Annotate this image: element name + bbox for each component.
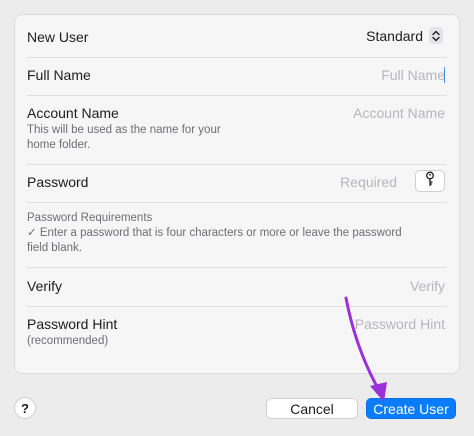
password-requirements-title: Password Requirements [27, 212, 153, 224]
password-requirements-line1: ✓ Enter a password that is four characte… [27, 227, 402, 239]
password-requirements-line2: field blank. [27, 242, 82, 254]
divider [27, 202, 447, 203]
verify-input[interactable] [295, 278, 445, 294]
divider [27, 95, 447, 96]
account-name-label: Account Name [27, 105, 119, 121]
divider [27, 267, 447, 268]
key-icon [425, 171, 435, 192]
new-user-form: New User Standard Full Name Account Name… [14, 14, 460, 374]
password-assistant-button[interactable] [415, 170, 445, 192]
password-hint-sublabel: (recommended) [27, 335, 109, 347]
password-hint-input[interactable] [295, 316, 445, 332]
divider [27, 57, 447, 58]
account-name-note-line2: home folder. [27, 139, 91, 151]
divider [27, 164, 447, 165]
help-button[interactable]: ? [14, 397, 36, 419]
new-user-label: New User [27, 29, 89, 45]
full-name-input[interactable] [295, 67, 445, 83]
cancel-button[interactable]: Cancel [266, 398, 358, 419]
password-input[interactable] [277, 174, 397, 190]
password-hint-label: Password Hint [27, 316, 118, 332]
verify-label: Verify [27, 278, 63, 294]
create-user-button[interactable]: Create User [366, 398, 456, 419]
chevron-updown-icon [429, 27, 443, 44]
divider [27, 306, 447, 307]
account-name-input[interactable] [295, 105, 445, 121]
password-label: Password [27, 174, 89, 190]
account-type-select[interactable]: Standard [366, 27, 443, 44]
full-name-label: Full Name [27, 67, 91, 83]
account-name-note-line1: This will be used as the name for your [27, 124, 221, 136]
text-caret [443, 67, 445, 83]
account-type-value: Standard [366, 27, 423, 44]
